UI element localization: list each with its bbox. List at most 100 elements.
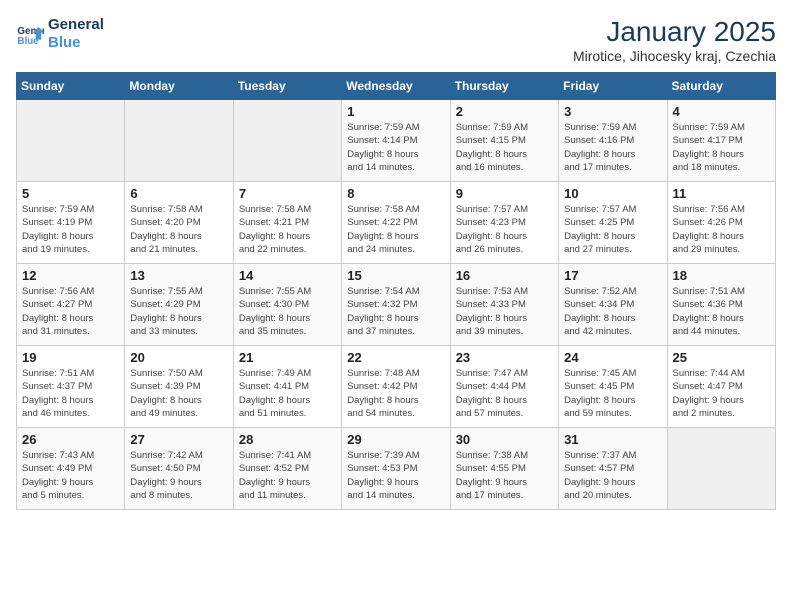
- daylight-text: and 46 minutes.: [22, 407, 119, 420]
- daylight-text: and 33 minutes.: [130, 325, 227, 338]
- sunset-text: Sunset: 4:53 PM: [347, 462, 444, 475]
- daylight-text: Daylight: 8 hours: [347, 312, 444, 325]
- calendar-cell: 15Sunrise: 7:54 AMSunset: 4:32 PMDayligh…: [342, 264, 450, 346]
- header-tuesday: Tuesday: [233, 73, 341, 100]
- sunrise-text: Sunrise: 7:58 AM: [130, 203, 227, 216]
- day-number: 27: [130, 432, 227, 447]
- sunrise-text: Sunrise: 7:55 AM: [130, 285, 227, 298]
- calendar-cell: 7Sunrise: 7:58 AMSunset: 4:21 PMDaylight…: [233, 182, 341, 264]
- day-number: 23: [456, 350, 553, 365]
- calendar-cell: 19Sunrise: 7:51 AMSunset: 4:37 PMDayligh…: [17, 346, 125, 428]
- sunrise-text: Sunrise: 7:47 AM: [456, 367, 553, 380]
- calendar-cell: 30Sunrise: 7:38 AMSunset: 4:55 PMDayligh…: [450, 428, 558, 510]
- day-number: 21: [239, 350, 336, 365]
- calendar-cell: 11Sunrise: 7:56 AMSunset: 4:26 PMDayligh…: [667, 182, 775, 264]
- daylight-text: Daylight: 8 hours: [130, 230, 227, 243]
- calendar-cell: 31Sunrise: 7:37 AMSunset: 4:57 PMDayligh…: [559, 428, 667, 510]
- sunrise-text: Sunrise: 7:37 AM: [564, 449, 661, 462]
- daylight-text: Daylight: 9 hours: [456, 476, 553, 489]
- calendar-cell: 16Sunrise: 7:53 AMSunset: 4:33 PMDayligh…: [450, 264, 558, 346]
- calendar-cell: [233, 100, 341, 182]
- sunset-text: Sunset: 4:20 PM: [130, 216, 227, 229]
- sunrise-text: Sunrise: 7:56 AM: [673, 203, 770, 216]
- day-number: 26: [22, 432, 119, 447]
- calendar-week-3: 12Sunrise: 7:56 AMSunset: 4:27 PMDayligh…: [17, 264, 776, 346]
- sunrise-text: Sunrise: 7:51 AM: [673, 285, 770, 298]
- sunset-text: Sunset: 4:27 PM: [22, 298, 119, 311]
- day-number: 17: [564, 268, 661, 283]
- daylight-text: Daylight: 8 hours: [456, 230, 553, 243]
- sunrise-text: Sunrise: 7:41 AM: [239, 449, 336, 462]
- daylight-text: Daylight: 9 hours: [673, 394, 770, 407]
- sunrise-text: Sunrise: 7:58 AM: [347, 203, 444, 216]
- title-block: January 2025 Mirotice, Jihocesky kraj, C…: [573, 16, 776, 64]
- sunrise-text: Sunrise: 7:50 AM: [130, 367, 227, 380]
- sunrise-text: Sunrise: 7:43 AM: [22, 449, 119, 462]
- daylight-text: and 31 minutes.: [22, 325, 119, 338]
- daylight-text: Daylight: 8 hours: [130, 312, 227, 325]
- daylight-text: Daylight: 8 hours: [456, 394, 553, 407]
- header-saturday: Saturday: [667, 73, 775, 100]
- calendar-cell: [667, 428, 775, 510]
- daylight-text: Daylight: 8 hours: [456, 148, 553, 161]
- sunrise-text: Sunrise: 7:54 AM: [347, 285, 444, 298]
- daylight-text: Daylight: 9 hours: [130, 476, 227, 489]
- day-number: 18: [673, 268, 770, 283]
- daylight-text: and 19 minutes.: [22, 243, 119, 256]
- daylight-text: Daylight: 8 hours: [673, 230, 770, 243]
- logo-line1: General: [48, 16, 104, 34]
- daylight-text: and 39 minutes.: [456, 325, 553, 338]
- sunset-text: Sunset: 4:21 PM: [239, 216, 336, 229]
- daylight-text: Daylight: 8 hours: [347, 230, 444, 243]
- calendar-cell: 23Sunrise: 7:47 AMSunset: 4:44 PMDayligh…: [450, 346, 558, 428]
- calendar-week-5: 26 Sunrise: 7:43 AMSunset: 4:49 PM Dayligh…: [17, 428, 776, 510]
- sunset-text: Sunset: 4:49 PM: [22, 462, 119, 475]
- day-number: 28: [239, 432, 336, 447]
- day-number: 6: [130, 186, 227, 201]
- calendar-cell: 14Sunrise: 7:55 AMSunset: 4:30 PMDayligh…: [233, 264, 341, 346]
- logo-line2: Blue: [48, 34, 104, 52]
- day-number: 16: [456, 268, 553, 283]
- sunset-text: Sunset: 4:36 PM: [673, 298, 770, 311]
- sunset-text: Sunset: 4:17 PM: [673, 134, 770, 147]
- daylight-text: and 35 minutes.: [239, 325, 336, 338]
- calendar-cell: 27Sunrise: 7:42 AMSunset: 4:50 PMDayligh…: [125, 428, 233, 510]
- calendar-cell: 1Sunrise: 7:59 AMSunset: 4:14 PMDaylight…: [342, 100, 450, 182]
- daylight-text: and 49 minutes.: [130, 407, 227, 420]
- day-number: 12: [22, 268, 119, 283]
- calendar-cell: 4Sunrise: 7:59 AMSunset: 4:17 PMDaylight…: [667, 100, 775, 182]
- sunrise-text: Sunrise: 7:48 AM: [347, 367, 444, 380]
- daylight-text: Daylight: 8 hours: [22, 230, 119, 243]
- header-monday: Monday: [125, 73, 233, 100]
- daylight-text: and 18 minutes.: [673, 161, 770, 174]
- day-number: 2: [456, 104, 553, 119]
- day-number: 9: [456, 186, 553, 201]
- calendar-cell: 9Sunrise: 7:57 AMSunset: 4:23 PMDaylight…: [450, 182, 558, 264]
- page-header: General Blue General Blue January 2025 M…: [16, 16, 776, 64]
- daylight-text: and 51 minutes.: [239, 407, 336, 420]
- day-number: 15: [347, 268, 444, 283]
- daylight-text: and 24 minutes.: [347, 243, 444, 256]
- calendar-week-2: 5Sunrise: 7:59 AMSunset: 4:19 PMDaylight…: [17, 182, 776, 264]
- calendar-header-row: SundayMondayTuesdayWednesdayThursdayFrid…: [17, 73, 776, 100]
- day-number: 25: [673, 350, 770, 365]
- header-sunday: Sunday: [17, 73, 125, 100]
- daylight-text: and 17 minutes.: [456, 489, 553, 502]
- daylight-text: and 14 minutes.: [347, 489, 444, 502]
- calendar-cell: 20Sunrise: 7:50 AMSunset: 4:39 PMDayligh…: [125, 346, 233, 428]
- daylight-text: Daylight: 9 hours: [239, 476, 336, 489]
- day-number: 5: [22, 186, 119, 201]
- sunrise-text: Sunrise: 7:57 AM: [456, 203, 553, 216]
- sunrise-text: Sunrise: 7:42 AM: [130, 449, 227, 462]
- sunrise-text: Sunrise: 7:38 AM: [456, 449, 553, 462]
- calendar-title: January 2025: [573, 16, 776, 48]
- daylight-text: Daylight: 9 hours: [564, 476, 661, 489]
- calendar-cell: 6 Sunrise: 7:58 AMSunset: 4:20 PMDaylight…: [125, 182, 233, 264]
- sunset-text: Sunset: 4:29 PM: [130, 298, 227, 311]
- daylight-text: and 27 minutes.: [564, 243, 661, 256]
- sunrise-text: Sunrise: 7:58 AM: [239, 203, 336, 216]
- daylight-text: and 57 minutes.: [456, 407, 553, 420]
- sunrise-text: Sunrise: 7:59 AM: [673, 121, 770, 134]
- header-friday: Friday: [559, 73, 667, 100]
- calendar-cell: 28Sunrise: 7:41 AMSunset: 4:52 PMDayligh…: [233, 428, 341, 510]
